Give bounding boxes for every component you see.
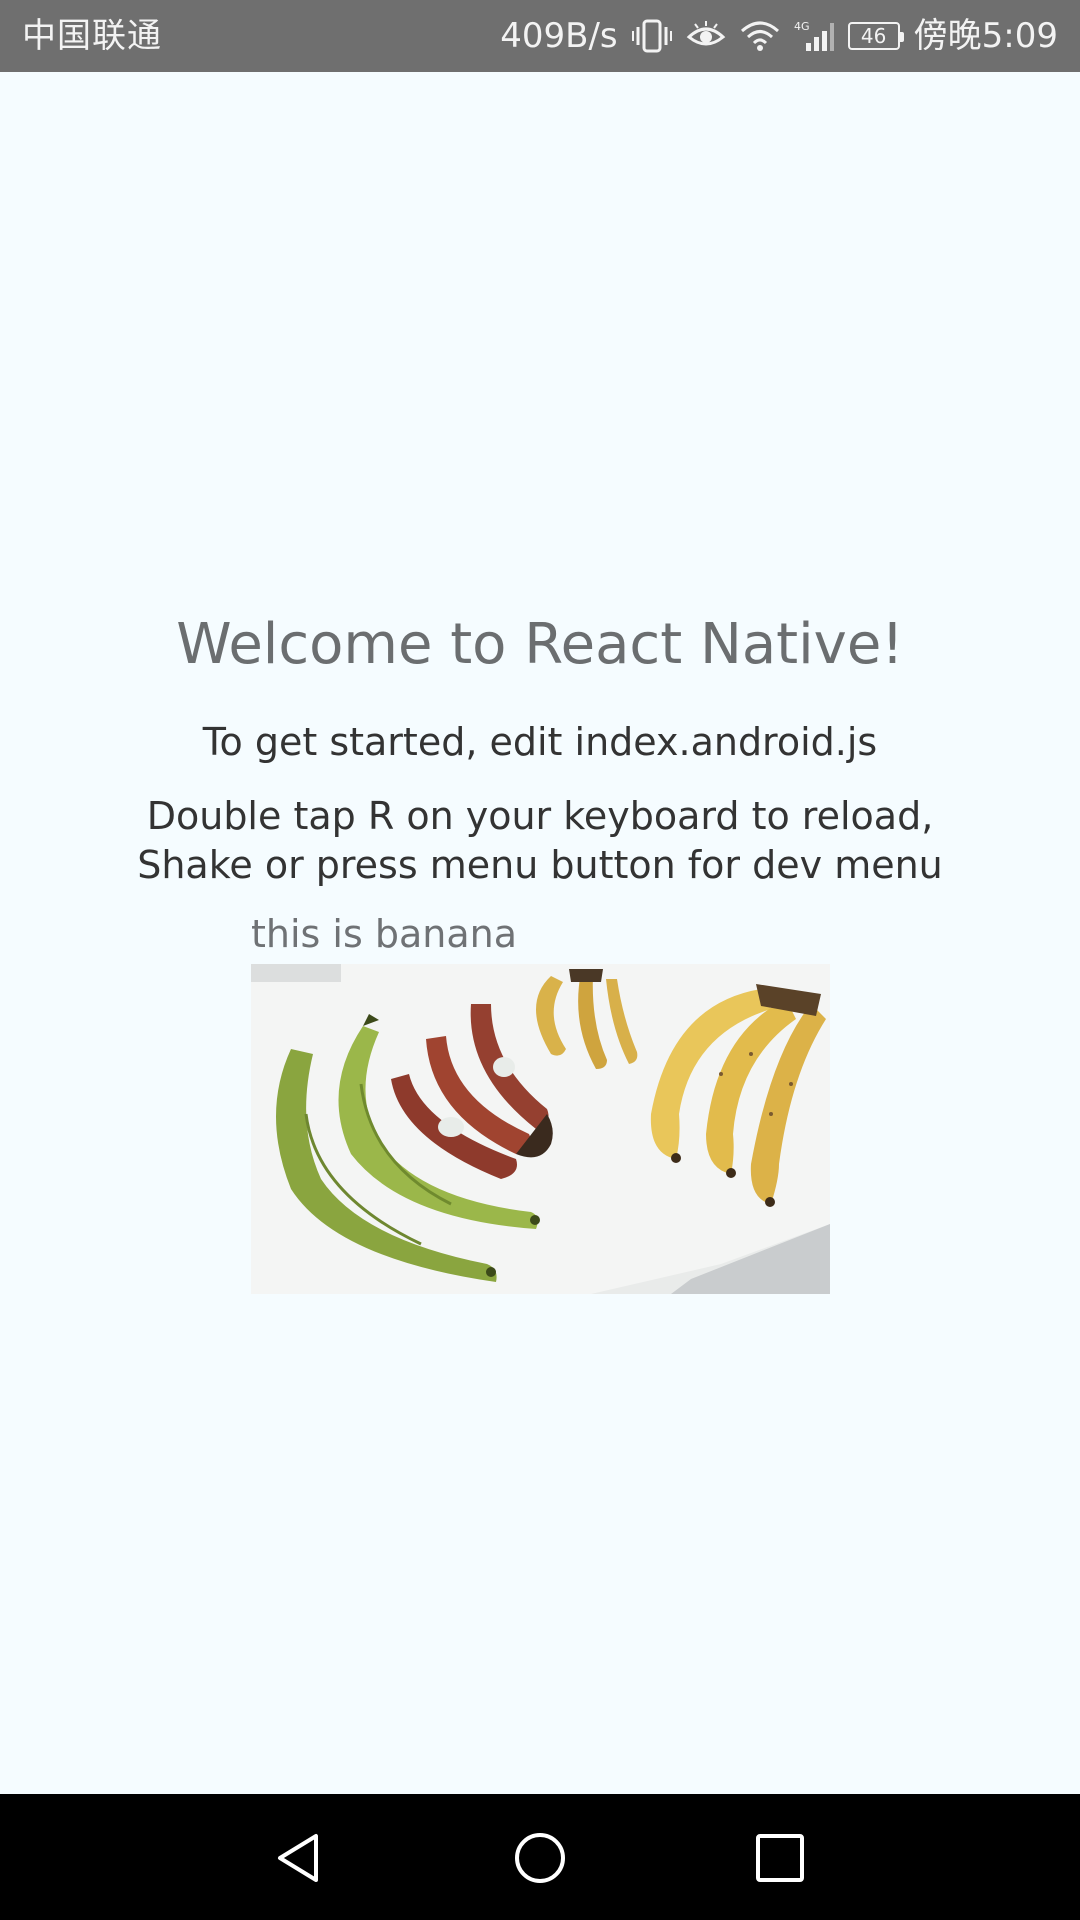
wifi-icon [740,19,780,53]
eye-icon [686,19,726,53]
cellular-4g-icon: 4G [794,19,834,53]
dev-instructions-line-2: Shake or press menu button for dev menu [137,843,943,887]
clock: 傍晚5:09 [913,16,1058,56]
dev-instructions: Double tap R on your keyboard to reload,… [0,792,1080,890]
vibrate-icon [631,19,672,53]
home-icon[interactable] [514,1832,566,1884]
dev-instructions-line-1: Double tap R on your keyboard to reload, [146,794,934,838]
network-speed: 409B/s [500,16,618,56]
app-screen: 中国联通 409B/s 4G 46 傍晚5:09 Welcome to Reac… [0,0,1080,1920]
status-bar: 中国联通 409B/s 4G 46 傍晚5:09 [0,0,1080,72]
battery-level: 46 [860,24,887,48]
instructions-text: To get started, edit index.android.js [202,720,878,764]
welcome-title: Welcome to React Native! [176,612,904,677]
recents-icon[interactable] [754,1832,806,1884]
banana-photo [251,964,830,1294]
battery-icon: 46 [847,22,904,50]
svg-text:4G: 4G [794,20,810,33]
main-content: Welcome to React Native! To get started,… [0,72,1080,1794]
image-caption: this is banana [251,912,517,956]
navigation-bar [0,1794,1080,1920]
back-icon[interactable] [274,1832,326,1884]
carrier-name: 中国联通 [22,16,162,56]
